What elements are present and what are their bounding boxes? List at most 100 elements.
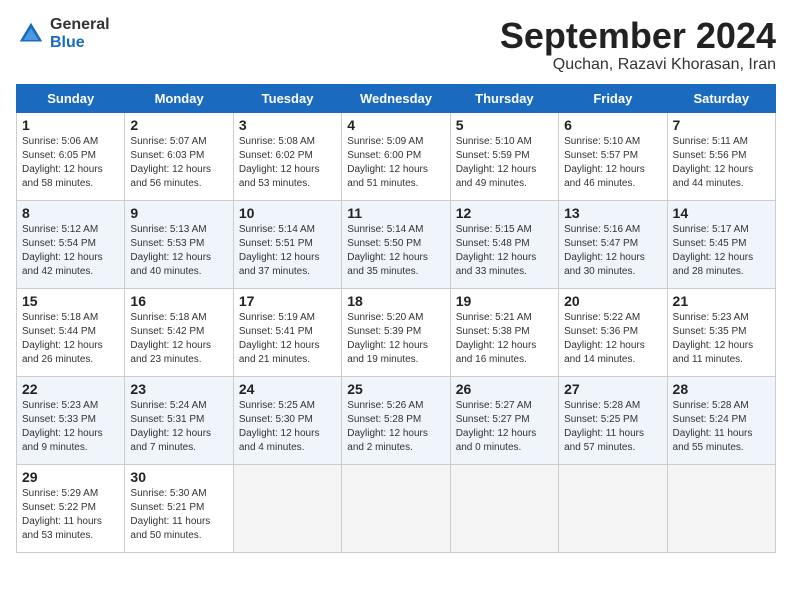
day-info: Sunrise: 5:15 AM Sunset: 5:48 PM Dayligh… (456, 223, 553, 279)
day-info: Sunrise: 5:23 AM Sunset: 5:33 PM Dayligh… (22, 399, 119, 455)
day-number: 28 (673, 381, 770, 397)
calendar-cell: 30 Sunrise: 5:30 AM Sunset: 5:21 PM Dayli… (125, 464, 233, 552)
day-info: Sunrise: 5:10 AM Sunset: 5:57 PM Dayligh… (564, 135, 661, 191)
calendar-cell: 25Sunrise: 5:26 AM Sunset: 5:28 PM Dayli… (342, 376, 450, 464)
day-info: Sunrise: 5:29 AM Sunset: 5:22 PM Dayligh… (22, 487, 119, 543)
calendar-cell: 2Sunrise: 5:07 AM Sunset: 6:03 PM Daylig… (125, 112, 233, 200)
day-number: 13 (564, 205, 661, 221)
day-number: 21 (673, 293, 770, 309)
day-number: 1 (22, 117, 119, 133)
day-number: 5 (456, 117, 553, 133)
day-number: 30 (130, 469, 227, 485)
day-number: 6 (564, 117, 661, 133)
calendar-cell: 18 Sunrise: 5:20 AM Sunset: 5:39 PM Dayli… (342, 288, 450, 376)
calendar-cell: 21 Sunrise: 5:23 AM Sunset: 5:35 PM Dayli… (667, 288, 775, 376)
day-number: 10 (239, 205, 336, 221)
calendar-cell: 3 Sunrise: 5:08 AM Sunset: 6:02 PM Daylig… (233, 112, 341, 200)
calendar-cell: 9 Sunrise: 5:13 AM Sunset: 5:53 PM Daylig… (125, 200, 233, 288)
calendar-week-5: 29Sunrise: 5:29 AM Sunset: 5:22 PM Dayli… (17, 464, 776, 552)
day-number: 4 (347, 117, 444, 133)
day-info: Sunrise: 5:18 AM Sunset: 5:42 PM Dayligh… (130, 311, 227, 367)
day-number: 12 (456, 205, 553, 221)
day-number: 17 (239, 293, 336, 309)
location: Quchan, Razavi Khorasan, Iran (500, 56, 776, 74)
calendar-cell (667, 464, 775, 552)
day-info: Sunrise: 5:08 AM Sunset: 6:02 PM Dayligh… (239, 135, 336, 191)
day-info: Sunrise: 5:25 AM Sunset: 5:30 PM Dayligh… (239, 399, 336, 455)
calendar-cell (559, 464, 667, 552)
day-number: 24 (239, 381, 336, 397)
logo-blue: Blue (50, 34, 110, 52)
calendar-cell: 1 Sunrise: 5:06 AM Sunset: 6:05 PM Daylig… (17, 112, 125, 200)
logo: General Blue (16, 16, 110, 51)
day-info: Sunrise: 5:07 AM Sunset: 6:03 PM Dayligh… (130, 135, 227, 191)
calendar-cell: 27Sunrise: 5:28 AM Sunset: 5:25 PM Dayli… (559, 376, 667, 464)
calendar-week-2: 8Sunrise: 5:12 AM Sunset: 5:54 PM Daylig… (17, 200, 776, 288)
day-number: 15 (22, 293, 119, 309)
col-header-friday: Friday (559, 84, 667, 112)
day-number: 26 (456, 381, 553, 397)
day-info: Sunrise: 5:30 AM Sunset: 5:21 PM Dayligh… (130, 487, 227, 543)
logo-general: General (50, 16, 110, 34)
day-number: 11 (347, 205, 444, 221)
calendar-table: SundayMondayTuesdayWednesdayThursdayFrid… (16, 84, 776, 553)
day-number: 14 (673, 205, 770, 221)
page-header: General Blue September 2024 Quchan, Raza… (16, 16, 776, 74)
calendar-cell (342, 464, 450, 552)
day-number: 3 (239, 117, 336, 133)
header-row: SundayMondayTuesdayWednesdayThursdayFrid… (17, 84, 776, 112)
col-header-wednesday: Wednesday (342, 84, 450, 112)
day-info: Sunrise: 5:23 AM Sunset: 5:35 PM Dayligh… (673, 311, 770, 367)
calendar-cell: 14 Sunrise: 5:17 AM Sunset: 5:45 PM Dayli… (667, 200, 775, 288)
calendar-cell: 16Sunrise: 5:18 AM Sunset: 5:42 PM Dayli… (125, 288, 233, 376)
day-info: Sunrise: 5:09 AM Sunset: 6:00 PM Dayligh… (347, 135, 444, 191)
col-header-tuesday: Tuesday (233, 84, 341, 112)
day-info: Sunrise: 5:13 AM Sunset: 5:53 PM Dayligh… (130, 223, 227, 279)
calendar-week-4: 22 Sunrise: 5:23 AM Sunset: 5:33 PM Dayli… (17, 376, 776, 464)
calendar-cell (233, 464, 341, 552)
calendar-cell: 23Sunrise: 5:24 AM Sunset: 5:31 PM Dayli… (125, 376, 233, 464)
day-number: 22 (22, 381, 119, 397)
calendar-cell: 26 Sunrise: 5:27 AM Sunset: 5:27 PM Dayli… (450, 376, 558, 464)
day-info: Sunrise: 5:22 AM Sunset: 5:36 PM Dayligh… (564, 311, 661, 367)
calendar-cell: 5 Sunrise: 5:10 AM Sunset: 5:59 PM Daylig… (450, 112, 558, 200)
col-header-thursday: Thursday (450, 84, 558, 112)
calendar-week-1: 1 Sunrise: 5:06 AM Sunset: 6:05 PM Daylig… (17, 112, 776, 200)
day-info: Sunrise: 5:20 AM Sunset: 5:39 PM Dayligh… (347, 311, 444, 367)
day-info: Sunrise: 5:26 AM Sunset: 5:28 PM Dayligh… (347, 399, 444, 455)
col-header-sunday: Sunday (17, 84, 125, 112)
title-block: September 2024 Quchan, Razavi Khorasan, … (500, 16, 776, 74)
logo-icon (16, 19, 46, 49)
calendar-cell: 20Sunrise: 5:22 AM Sunset: 5:36 PM Dayli… (559, 288, 667, 376)
day-number: 19 (456, 293, 553, 309)
calendar-cell: 15Sunrise: 5:18 AM Sunset: 5:44 PM Dayli… (17, 288, 125, 376)
calendar-week-3: 15Sunrise: 5:18 AM Sunset: 5:44 PM Dayli… (17, 288, 776, 376)
calendar-cell: 28 Sunrise: 5:28 AM Sunset: 5:24 PM Dayli… (667, 376, 775, 464)
calendar-cell: 4 Sunrise: 5:09 AM Sunset: 6:00 PM Daylig… (342, 112, 450, 200)
day-info: Sunrise: 5:19 AM Sunset: 5:41 PM Dayligh… (239, 311, 336, 367)
day-info: Sunrise: 5:14 AM Sunset: 5:51 PM Dayligh… (239, 223, 336, 279)
day-info: Sunrise: 5:16 AM Sunset: 5:47 PM Dayligh… (564, 223, 661, 279)
day-info: Sunrise: 5:12 AM Sunset: 5:54 PM Dayligh… (22, 223, 119, 279)
calendar-cell (450, 464, 558, 552)
calendar-cell: 10 Sunrise: 5:14 AM Sunset: 5:51 PM Dayli… (233, 200, 341, 288)
calendar-cell: 22 Sunrise: 5:23 AM Sunset: 5:33 PM Dayli… (17, 376, 125, 464)
calendar-cell: 6 Sunrise: 5:10 AM Sunset: 5:57 PM Daylig… (559, 112, 667, 200)
day-info: Sunrise: 5:10 AM Sunset: 5:59 PM Dayligh… (456, 135, 553, 191)
calendar-cell: 11Sunrise: 5:14 AM Sunset: 5:50 PM Dayli… (342, 200, 450, 288)
calendar-cell: 19 Sunrise: 5:21 AM Sunset: 5:38 PM Dayli… (450, 288, 558, 376)
day-info: Sunrise: 5:28 AM Sunset: 5:24 PM Dayligh… (673, 399, 770, 455)
day-info: Sunrise: 5:24 AM Sunset: 5:31 PM Dayligh… (130, 399, 227, 455)
calendar-cell: 7Sunrise: 5:11 AM Sunset: 5:56 PM Daylig… (667, 112, 775, 200)
day-info: Sunrise: 5:06 AM Sunset: 6:05 PM Dayligh… (22, 135, 119, 191)
day-info: Sunrise: 5:27 AM Sunset: 5:27 PM Dayligh… (456, 399, 553, 455)
day-info: Sunrise: 5:21 AM Sunset: 5:38 PM Dayligh… (456, 311, 553, 367)
day-info: Sunrise: 5:17 AM Sunset: 5:45 PM Dayligh… (673, 223, 770, 279)
calendar-cell: 24 Sunrise: 5:25 AM Sunset: 5:30 PM Dayli… (233, 376, 341, 464)
day-number: 18 (347, 293, 444, 309)
col-header-monday: Monday (125, 84, 233, 112)
calendar-cell: 29Sunrise: 5:29 AM Sunset: 5:22 PM Dayli… (17, 464, 125, 552)
day-number: 9 (130, 205, 227, 221)
month-title: September 2024 (500, 16, 776, 56)
col-header-saturday: Saturday (667, 84, 775, 112)
